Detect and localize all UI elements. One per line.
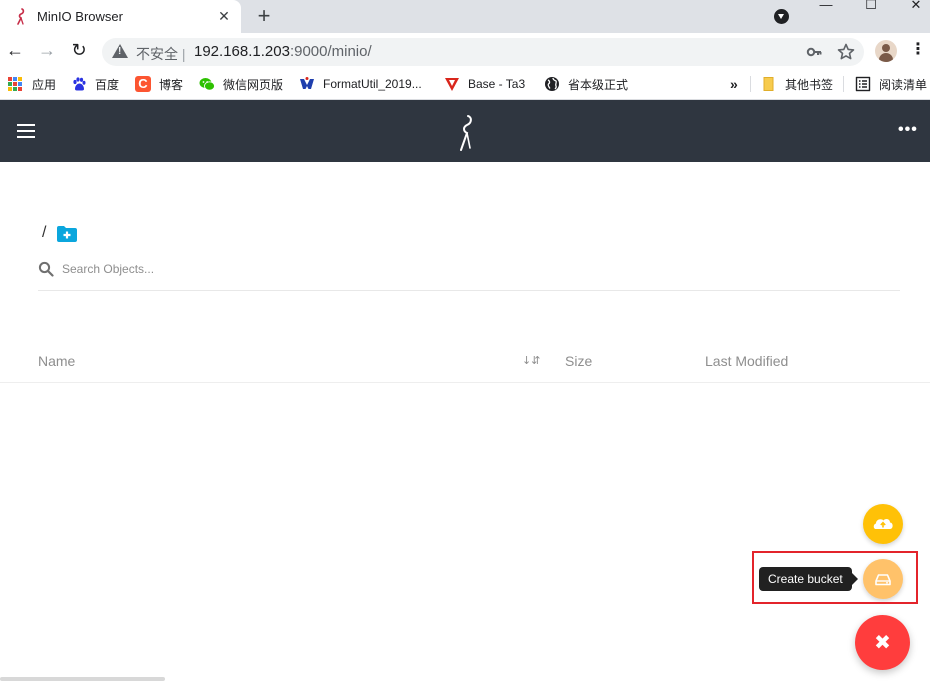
new-tab-button[interactable]: + [252,3,276,29]
bookmark-reading-list[interactable]: 阅读清单 [855,75,927,93]
bookmark-baidu[interactable]: 百度 [71,75,119,93]
minio-logo-icon [460,115,472,151]
back-button[interactable]: ← [4,39,26,61]
profile-avatar[interactable] [875,40,897,62]
address-bar[interactable]: 不安全 | 192.168.1.203:9000/minio/ [102,38,864,66]
close-fab-button[interactable]: ✖ [855,615,910,670]
bookmarks-separator [843,76,844,92]
forward-button[interactable]: → [36,39,58,61]
key-icon[interactable] [804,42,824,62]
base-ta3-icon [445,78,459,91]
tab-search-icon[interactable] [774,9,789,24]
bookmark-wechat[interactable]: 微信网页版 [199,75,283,93]
cloud-upload-icon [873,518,893,529]
minio-favicon-icon [17,8,25,25]
sort-icon[interactable]: ↓⇵ [522,354,540,367]
search-bar [38,257,900,291]
add-folder-icon[interactable] [57,226,77,242]
chrome-menu-icon[interactable]: ⋮ [910,39,926,61]
folder-icon [763,77,774,91]
reading-list-icon [855,76,871,92]
horizontal-scrollbar[interactable] [0,677,165,681]
bookmark-formatutil[interactable]: FormatUtil_2019... [299,75,422,93]
bookmark-base-ta3[interactable]: Base - Ta3 [444,75,525,93]
globe-icon [545,77,559,91]
url-text[interactable]: 192.168.1.203:9000/minio/ [194,43,372,60]
bookmarks-bar: 应用 百度 C 博客 微信网页版 FormatUtil_2019... Base… [0,69,930,100]
browser-tab-minio[interactable]: MinIO Browser ✕ [0,0,241,33]
maximize-button[interactable]: ☐ [856,0,886,14]
bookmark-blog[interactable]: C 博客 [135,75,183,93]
column-header-last-modified[interactable]: Last Modified [705,353,788,369]
bookmark-apps[interactable]: 应用 [8,75,56,93]
csdn-c-icon: C [135,76,151,92]
apps-grid-icon [8,77,22,91]
minimize-button[interactable]: — [811,0,841,14]
security-label[interactable]: 不安全 | [136,44,186,64]
bookmarks-separator [750,76,751,92]
search-input[interactable] [62,262,462,276]
column-header-name[interactable]: Name [38,353,75,369]
objects-table-header: Name ↓⇵ Size Last Modified [0,340,930,383]
bookmarks-overflow-button[interactable]: » [730,75,738,93]
tab-close-icon[interactable]: ✕ [214,6,234,26]
browser-tab-strip: MinIO Browser ✕ + — ☐ ✕ [0,0,930,33]
tab-title: MinIO Browser [37,9,123,24]
baidu-paw-icon [73,77,86,91]
minio-header: ••• [0,100,930,162]
breadcrumb-root[interactable]: / [42,224,46,242]
formatutil-icon [300,77,314,89]
wechat-icon [199,78,215,91]
bookmark-province[interactable]: 省本级正式 [544,75,628,93]
browser-toolbar: ← → ↻ 不安全 | 192.168.1.203:9000/minio/ ⋮ [0,33,930,69]
star-icon[interactable] [836,42,856,62]
column-header-size[interactable]: Size [565,353,592,369]
search-icon [38,261,54,277]
reload-button[interactable]: ↻ [68,39,90,61]
hamburger-menu-icon[interactable] [17,124,35,138]
window-close-button[interactable]: ✕ [901,0,930,14]
not-secure-warning-icon[interactable] [112,44,128,58]
upload-file-button[interactable] [863,504,903,544]
more-options-icon[interactable]: ••• [898,120,918,140]
bookmark-other-folder[interactable]: 其他书签 [761,75,833,93]
annotation-highlight-box [752,551,918,604]
